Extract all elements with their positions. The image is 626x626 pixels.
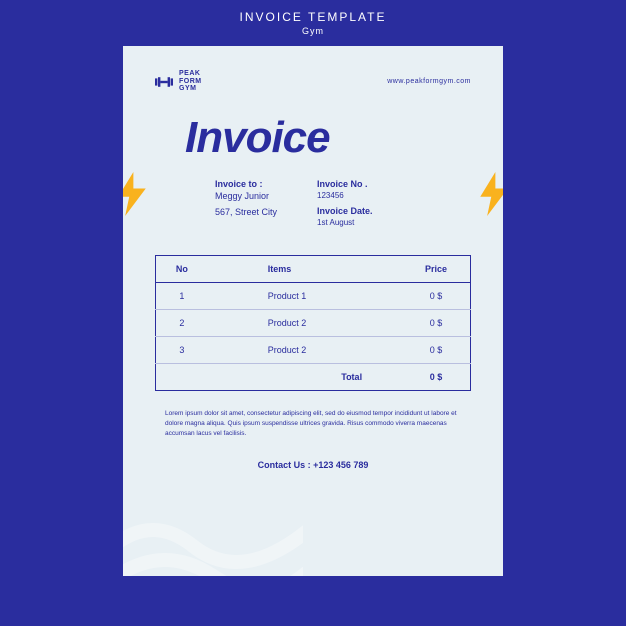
invoice-meta: Invoice to : Meggy Junior 567, Street Ci… xyxy=(215,179,471,233)
dumbbell-icon xyxy=(155,76,173,88)
col-no: No xyxy=(156,256,208,283)
cell-price: 0 $ xyxy=(402,337,470,364)
logo-line1: PEAK xyxy=(179,70,202,78)
description-text: Lorem ipsum dolor sit amet, consectetur … xyxy=(165,409,461,438)
table-header-row: No Items Price xyxy=(156,256,471,283)
contact-line: Contact Us : +123 456 789 xyxy=(155,460,471,470)
template-title: INVOICE TEMPLATE xyxy=(240,10,387,24)
invoice-number-block: Invoice No . 123456 Invoice Date. 1st Au… xyxy=(317,179,373,233)
contact-number: +123 456 789 xyxy=(313,460,368,470)
cell-item: Product 2 xyxy=(208,310,402,337)
website-url: www.peakformgym.com xyxy=(387,78,471,85)
total-label: Total xyxy=(208,364,402,391)
decorative-swirl xyxy=(123,486,303,576)
lightning-icon xyxy=(477,172,503,216)
table-row: 1 Product 1 0 $ xyxy=(156,283,471,310)
invoice-title: Invoice xyxy=(185,113,471,163)
cell-item: Product 1 xyxy=(208,283,402,310)
cell-price: 0 $ xyxy=(402,283,470,310)
invoice-no-label: Invoice No . xyxy=(317,179,373,189)
table-row: 2 Product 2 0 $ xyxy=(156,310,471,337)
logo-line3: GYM xyxy=(179,85,202,93)
invoice-no-value: 123456 xyxy=(317,191,373,200)
logo-text: PEAK FORM GYM xyxy=(179,70,202,93)
template-subtitle: Gym xyxy=(302,26,324,36)
cell-item: Product 2 xyxy=(208,337,402,364)
total-row: Total 0 $ xyxy=(156,364,471,391)
col-items: Items xyxy=(208,256,402,283)
invoice-to-address: 567, Street City xyxy=(215,207,277,217)
logo: PEAK FORM GYM xyxy=(155,70,202,93)
invoice-to-block: Invoice to : Meggy Junior 567, Street Ci… xyxy=(215,179,277,233)
invoice-to-label: Invoice to : xyxy=(215,179,277,189)
lightning-icon xyxy=(123,172,149,216)
table-row: 3 Product 2 0 $ xyxy=(156,337,471,364)
cell-price: 0 $ xyxy=(402,310,470,337)
items-table: No Items Price 1 Product 1 0 $ 2 Product… xyxy=(155,255,471,391)
invoice-page: PEAK FORM GYM www.peakformgym.com Invoic… xyxy=(123,46,503,576)
cell-no: 3 xyxy=(156,337,208,364)
invoice-date-label: Invoice Date. xyxy=(317,206,373,216)
invoice-to-name: Meggy Junior xyxy=(215,191,277,201)
cell-no: 1 xyxy=(156,283,208,310)
topbar: PEAK FORM GYM www.peakformgym.com xyxy=(155,70,471,93)
contact-label: Contact Us : xyxy=(258,460,314,470)
col-price: Price xyxy=(402,256,470,283)
invoice-date-value: 1st August xyxy=(317,218,373,227)
cell-no: 2 xyxy=(156,310,208,337)
total-value: 0 $ xyxy=(402,364,470,391)
logo-line2: FORM xyxy=(179,78,202,86)
